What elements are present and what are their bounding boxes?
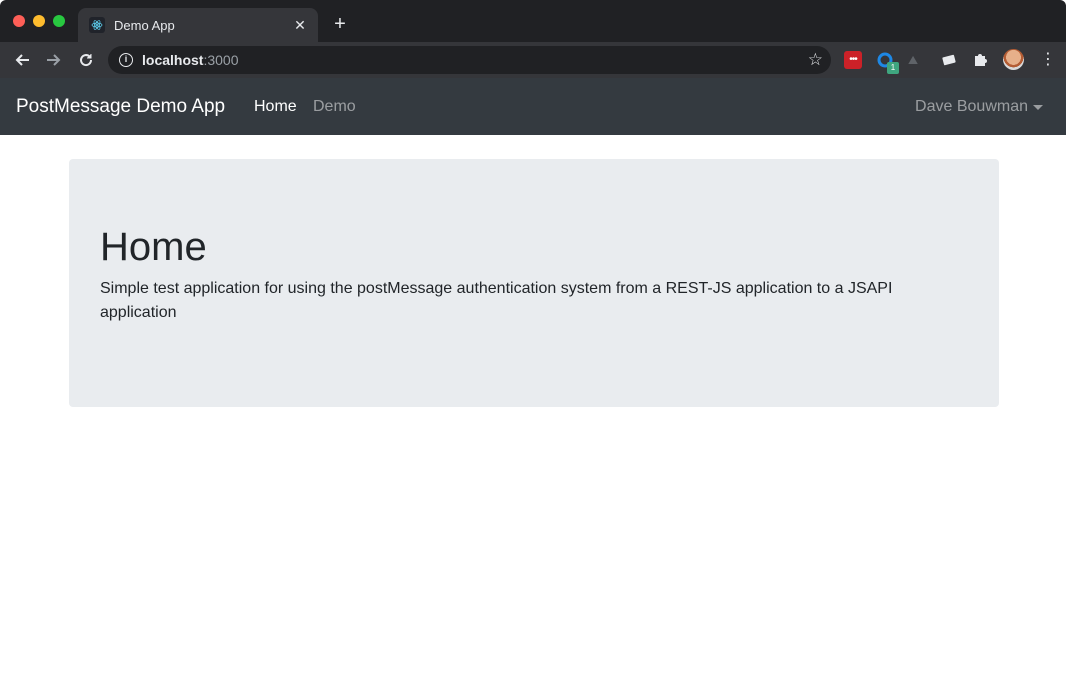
extensions-puzzle-icon[interactable]: [972, 51, 990, 69]
window-close-button[interactable]: [13, 15, 25, 27]
back-arrow-icon[interactable]: [12, 50, 32, 70]
url-port: :3000: [203, 52, 239, 68]
nav-link-home[interactable]: Home: [254, 98, 297, 116]
browser-tab[interactable]: Demo App ✕: [78, 8, 318, 42]
bookmark-star-icon[interactable]: ☆: [808, 50, 823, 70]
caret-down-icon: [1033, 104, 1043, 110]
lastpass-extension-icon[interactable]: •••: [844, 51, 862, 69]
window-minimize-button[interactable]: [33, 15, 45, 27]
extension-stamp-icon[interactable]: [940, 51, 958, 69]
react-icon: [89, 17, 105, 33]
extension-badge: 1: [887, 62, 899, 74]
url-text: localhost:3000: [142, 52, 239, 68]
address-bar[interactable]: i localhost:3000 ☆: [108, 46, 831, 74]
reload-icon[interactable]: [76, 50, 96, 70]
profile-avatar[interactable]: [1003, 49, 1024, 70]
browser-titlebar: Demo App ✕ +: [0, 0, 1066, 42]
jumbotron: Home Simple test application for using t…: [69, 159, 999, 407]
navbar-brand[interactable]: PostMessage Demo App: [16, 96, 225, 118]
url-host: localhost: [142, 52, 204, 68]
page-description: Simple test application for using the po…: [100, 280, 893, 321]
user-name: Dave Bouwman: [915, 98, 1028, 115]
info-icon[interactable]: i: [119, 53, 133, 67]
user-dropdown[interactable]: Dave Bouwman: [915, 98, 1043, 116]
page-title: Home: [100, 225, 207, 269]
forward-arrow-icon[interactable]: [44, 50, 64, 70]
window-maximize-button[interactable]: [53, 15, 65, 27]
plus-icon[interactable]: +: [330, 14, 350, 34]
app-navbar: PostMessage Demo App Home Demo Dave Bouw…: [0, 78, 1066, 135]
extension-mountains-icon[interactable]: ⛰: [908, 51, 926, 69]
nav-link-demo[interactable]: Demo: [313, 98, 356, 116]
tab-title: Demo App: [114, 17, 175, 33]
close-icon[interactable]: ✕: [292, 17, 308, 33]
more-menu-icon[interactable]: ⋮: [1040, 51, 1056, 69]
browser-toolbar: i localhost:3000 ☆ ••• ⛰: [0, 42, 1066, 78]
